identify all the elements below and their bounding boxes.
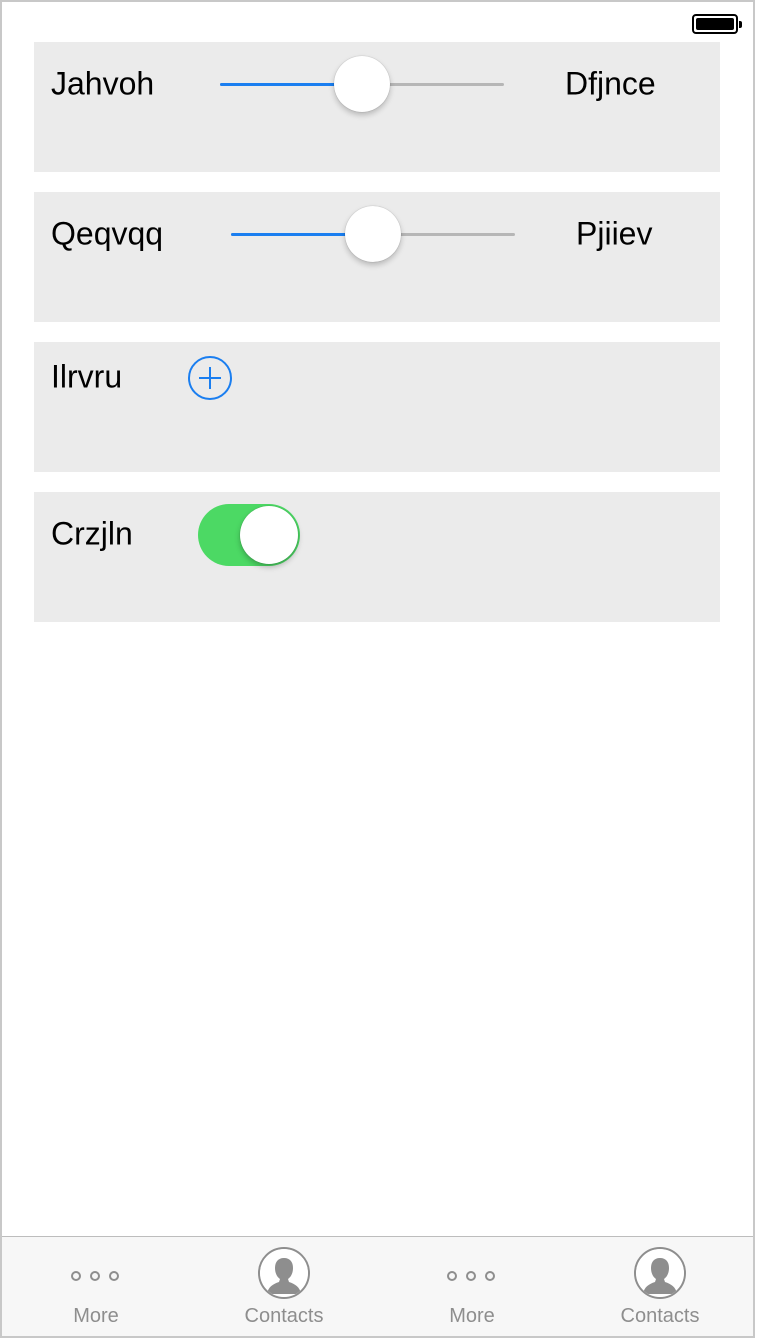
add-row-label: Ilrvru [51,358,123,395]
battery-icon [692,14,742,34]
tab-label: More [449,1305,495,1327]
slider-min-label: Jahvoh [51,65,155,102]
tab-label: More [73,1305,119,1327]
add-button[interactable] [188,356,232,400]
slider-max-label: Dfjnce [565,65,656,102]
slider-row-1: Jahvoh Dfjnce [34,42,720,172]
tab-label: Contacts [620,1305,700,1327]
tab-label: Contacts [244,1305,324,1327]
toggle-switch[interactable] [198,504,300,566]
tab-more-1[interactable]: More [2,1237,190,1336]
slider-thumb[interactable] [345,206,401,262]
more-dots-icon [69,1247,123,1297]
more-dots-icon [445,1247,499,1297]
tab-bar: More Contacts More Contacts [2,1236,753,1336]
add-row: Ilrvru [34,342,720,472]
slider-row-2: Qeqvqq Pjiiev [34,192,720,322]
contact-icon [634,1247,686,1299]
tab-contacts-1[interactable]: Contacts [190,1237,378,1336]
toggle-knob [240,506,298,564]
tab-contacts-2[interactable]: Contacts [566,1237,753,1336]
slider-thumb[interactable] [334,56,390,112]
tab-more-2[interactable]: More [378,1237,566,1336]
toggle-row: Crzjln [34,492,720,622]
contact-icon [258,1247,310,1299]
slider-min-label: Qeqvqq [51,215,164,252]
slider-max-label: Pjiiev [576,215,653,252]
app-screen: Jahvoh Dfjnce Qeqvqq Pjiiev Ilrvru Crzjl… [0,0,755,1338]
toggle-row-label: Crzjln [51,515,133,552]
